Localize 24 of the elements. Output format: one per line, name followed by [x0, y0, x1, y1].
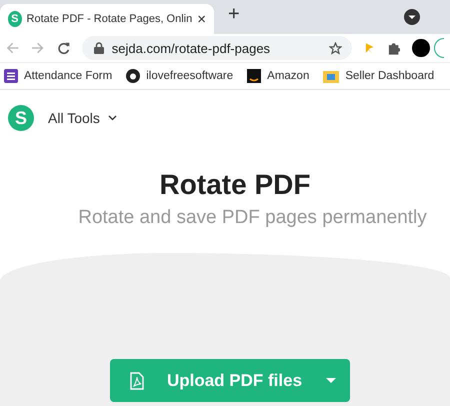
profile-avatar[interactable] — [412, 39, 430, 57]
bookmark[interactable]: Amazon — [247, 69, 310, 83]
form-icon — [4, 69, 18, 83]
site-logo-icon: S — [8, 11, 22, 27]
bookmark[interactable]: Seller Dashboard — [323, 69, 434, 83]
caret-icon[interactable] — [326, 378, 336, 384]
new-tab-button[interactable]: + — [228, 3, 240, 26]
dropdown-circle-icon[interactable] — [404, 9, 420, 25]
all-tools-menu[interactable]: All Tools — [48, 110, 117, 126]
folder-icon — [323, 69, 340, 83]
page-title: Rotate PDF — [160, 169, 310, 201]
lock-icon — [94, 42, 104, 54]
reload-icon[interactable] — [56, 41, 70, 55]
circle-logo-icon — [126, 69, 140, 83]
bookmark[interactable]: Attendance Form — [4, 69, 112, 83]
bookmark[interactable]: ilovefreesoftware — [126, 69, 234, 83]
address-bar[interactable]: sejda.com/rotate-pdf-pages — [82, 36, 352, 60]
star-icon[interactable] — [328, 42, 342, 54]
close-tab-button[interactable]: × — [197, 10, 206, 28]
pdf-file-icon — [130, 372, 144, 390]
page-subtitle: Rotate and save PDF pages permanently — [78, 207, 427, 229]
browser-tab[interactable]: S Rotate PDF - Rotate Pages, Onlin × — [0, 4, 214, 34]
chevron-down-icon — [108, 115, 117, 121]
puzzle-icon[interactable] — [387, 41, 400, 55]
